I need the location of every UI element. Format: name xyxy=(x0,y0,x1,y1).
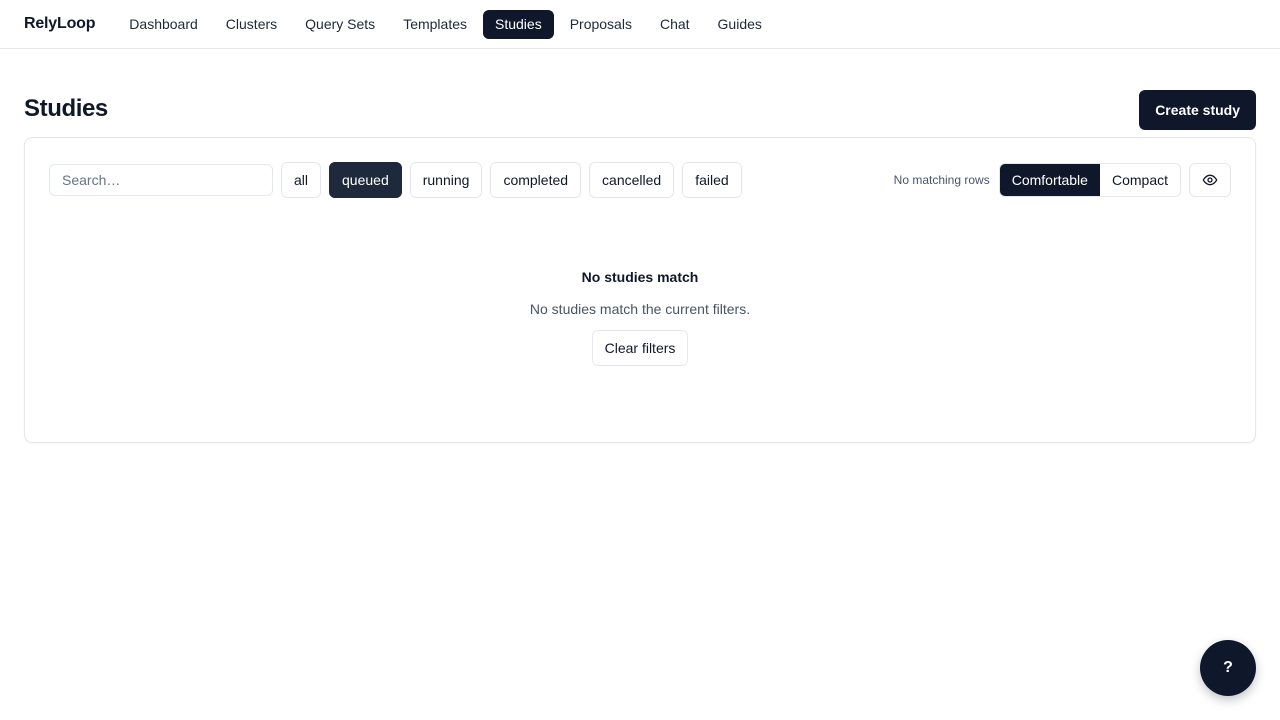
top-navigation: RelyLoop Dashboard Clusters Query Sets T… xyxy=(0,0,1280,49)
brand-logo[interactable]: RelyLoop xyxy=(24,15,95,33)
nav-item-templates[interactable]: Templates xyxy=(391,10,479,39)
density-comfortable-button[interactable]: Comfortable xyxy=(999,164,1100,196)
page-title: Studies xyxy=(24,94,108,122)
column-visibility-button[interactable] xyxy=(1189,163,1231,197)
filter-chip-failed[interactable]: failed xyxy=(682,162,742,198)
eye-icon xyxy=(1202,174,1218,186)
row-count-status: No matching rows xyxy=(893,173,990,187)
help-button[interactable]: ? xyxy=(1200,640,1256,696)
empty-state-description: No studies match the current filters. xyxy=(529,301,751,317)
nav-item-studies[interactable]: Studies xyxy=(483,9,554,39)
filter-chip-running[interactable]: running xyxy=(409,162,483,198)
nav-item-clusters[interactable]: Clusters xyxy=(214,10,289,39)
filter-group: all queued running completed cancelled f… xyxy=(49,162,742,198)
filter-chip-all[interactable]: all xyxy=(281,162,322,198)
empty-state: No studies match No studies match the cu… xyxy=(25,269,1255,366)
view-controls: No matching rows Comfortable Compact xyxy=(894,163,1231,197)
empty-state-title: No studies match xyxy=(581,269,699,285)
filter-chip-queued[interactable]: queued xyxy=(329,162,402,198)
filter-chip-completed[interactable]: completed xyxy=(490,162,582,198)
nav-links: Dashboard Clusters Query Sets Templates … xyxy=(117,9,774,39)
nav-item-guides[interactable]: Guides xyxy=(706,10,774,39)
search-input[interactable] xyxy=(49,164,273,196)
nav-item-chat[interactable]: Chat xyxy=(648,10,702,39)
density-toggle: Comfortable Compact xyxy=(998,163,1181,197)
create-study-button[interactable]: Create study xyxy=(1139,89,1256,130)
nav-item-query-sets[interactable]: Query Sets xyxy=(293,10,387,39)
density-compact-button[interactable]: Compact xyxy=(1099,164,1180,196)
nav-item-dashboard[interactable]: Dashboard xyxy=(117,10,210,39)
filter-toolbar: all queued running completed cancelled f… xyxy=(49,162,1231,198)
nav-item-proposals[interactable]: Proposals xyxy=(558,10,644,39)
clear-filters-button[interactable]: Clear filters xyxy=(591,330,689,366)
filter-chip-cancelled[interactable]: cancelled xyxy=(589,162,675,198)
page-header: Studies Create study xyxy=(0,49,1280,138)
studies-card: all queued running completed cancelled f… xyxy=(24,137,1256,443)
